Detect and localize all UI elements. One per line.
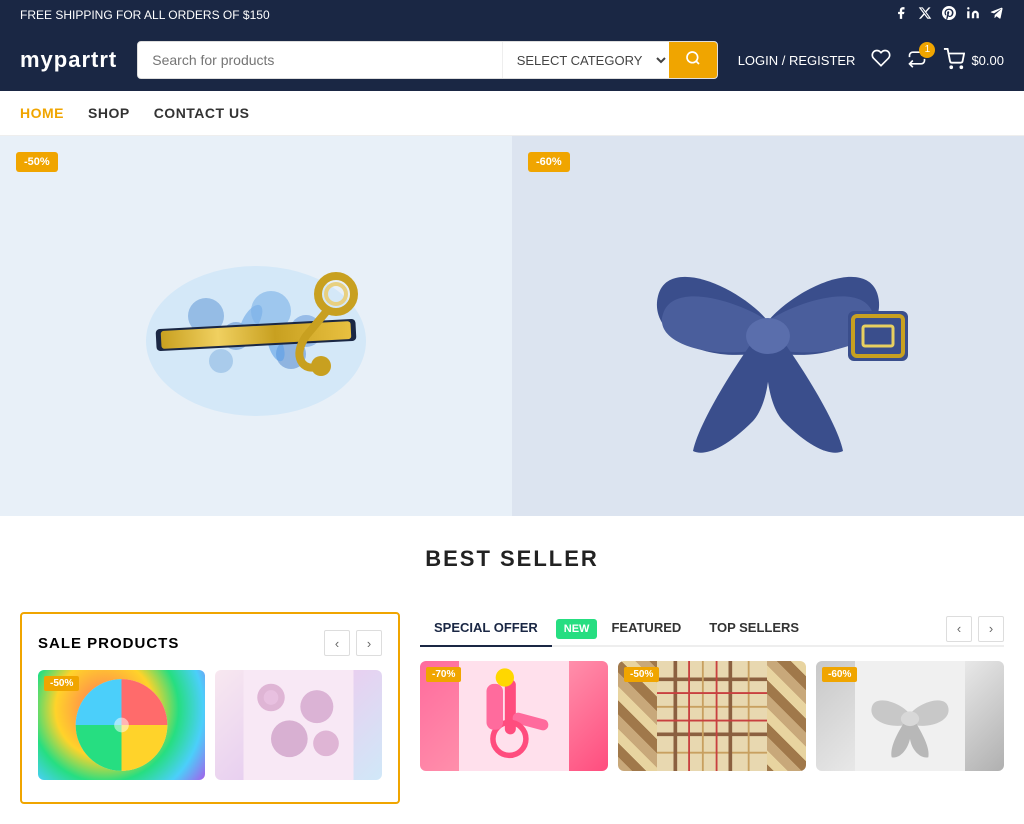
facebook-icon[interactable]	[894, 6, 908, 23]
hero-left-image	[106, 176, 406, 476]
header: mypartrt SELECT CATEGORY LOGIN / REGISTE…	[0, 29, 1024, 91]
hero-right[interactable]: -60%	[512, 136, 1024, 516]
best-seller-section: BEST SELLER	[0, 516, 1024, 612]
login-register-link[interactable]: LOGIN / REGISTER	[738, 53, 856, 68]
offer-nav: ‹ ›	[946, 616, 1004, 642]
linkedin-icon[interactable]	[966, 6, 980, 23]
offer-item-image-1: -50%	[618, 661, 806, 771]
offer-tabs: SPECIAL OFFER NEW FEATURED TOP SELLERS ‹…	[420, 612, 1004, 647]
offer-item-badge-1: -50%	[624, 667, 659, 682]
search-button[interactable]	[669, 42, 717, 78]
offer-tab-new[interactable]: NEW	[556, 619, 598, 639]
offer-item-image-0: -70%	[420, 661, 608, 771]
offer-item-2[interactable]: -60%	[816, 661, 1004, 777]
hero-left[interactable]: -50%	[0, 136, 512, 516]
offer-item-1[interactable]: -50%	[618, 661, 806, 777]
special-offer-panel: SPECIAL OFFER NEW FEATURED TOP SELLERS ‹…	[420, 612, 1004, 804]
offer-item-image-2: -60%	[816, 661, 1004, 771]
sale-products-header: SALE PRODUCTS ‹ ›	[38, 630, 382, 656]
compare-button[interactable]: 1	[907, 48, 927, 73]
hero-right-badge: -60%	[528, 152, 570, 172]
pinterest-icon[interactable]	[942, 6, 956, 23]
sale-prev-button[interactable]: ‹	[324, 630, 350, 656]
nav-contact[interactable]: CONTACT US	[154, 91, 250, 135]
offer-tab-featured[interactable]: FEATURED	[597, 612, 695, 647]
sale-item-image-1	[215, 670, 382, 780]
offer-tab-topsellers[interactable]: TOP SELLERS	[695, 612, 813, 647]
sale-products-nav: ‹ ›	[324, 630, 382, 656]
sale-item[interactable]: -50%	[38, 670, 205, 786]
search-bar: SELECT CATEGORY	[137, 41, 717, 79]
offer-item-badge-0: -70%	[426, 667, 461, 682]
hero-section: -50%	[0, 136, 1024, 516]
sale-products-title: SALE PRODUCTS	[38, 635, 179, 652]
sale-item-1[interactable]	[215, 670, 382, 786]
category-select[interactable]: SELECT CATEGORY	[502, 42, 669, 78]
hero-right-image	[608, 166, 928, 486]
cart-price: $0.00	[971, 53, 1004, 68]
offer-tab-special[interactable]: SPECIAL OFFER	[420, 612, 552, 647]
cart-button[interactable]: $0.00	[943, 48, 1004, 73]
bottom-panels: SALE PRODUCTS ‹ › -50%	[0, 612, 1024, 824]
offer-prev-button[interactable]: ‹	[946, 616, 972, 642]
social-icons-group	[894, 6, 1004, 23]
search-input[interactable]	[138, 42, 501, 78]
nav-home[interactable]: HOME	[20, 91, 64, 135]
offer-next-button[interactable]: ›	[978, 616, 1004, 642]
nav-bar: HOME SHOP CONTACT US	[0, 91, 1024, 136]
logo[interactable]: mypartrt	[20, 47, 117, 73]
telegram-icon[interactable]	[990, 6, 1004, 23]
announcement-bar: FREE SHIPPING FOR ALL ORDERS OF $150	[0, 0, 1024, 29]
sale-next-button[interactable]: ›	[356, 630, 382, 656]
offer-items-list: -70% -50%	[420, 661, 1004, 777]
hero-left-badge: -50%	[16, 152, 58, 172]
offer-item-0[interactable]: -70%	[420, 661, 608, 777]
wishlist-button[interactable]	[871, 48, 891, 73]
x-twitter-icon[interactable]	[918, 6, 932, 23]
header-actions: LOGIN / REGISTER 1 $0.00	[738, 48, 1004, 73]
best-seller-title: BEST SELLER	[20, 546, 1004, 572]
announcement-text: FREE SHIPPING FOR ALL ORDERS OF $150	[20, 8, 270, 22]
compare-badge: 1	[919, 42, 935, 58]
nav-shop[interactable]: SHOP	[88, 91, 130, 135]
sale-products-panel: SALE PRODUCTS ‹ › -50%	[20, 612, 400, 804]
cart-icon-wrap: $0.00	[943, 48, 1004, 73]
sale-items-list: -50%	[38, 670, 382, 786]
sale-item-badge-0: -50%	[44, 676, 79, 691]
offer-item-badge-2: -60%	[822, 667, 857, 682]
